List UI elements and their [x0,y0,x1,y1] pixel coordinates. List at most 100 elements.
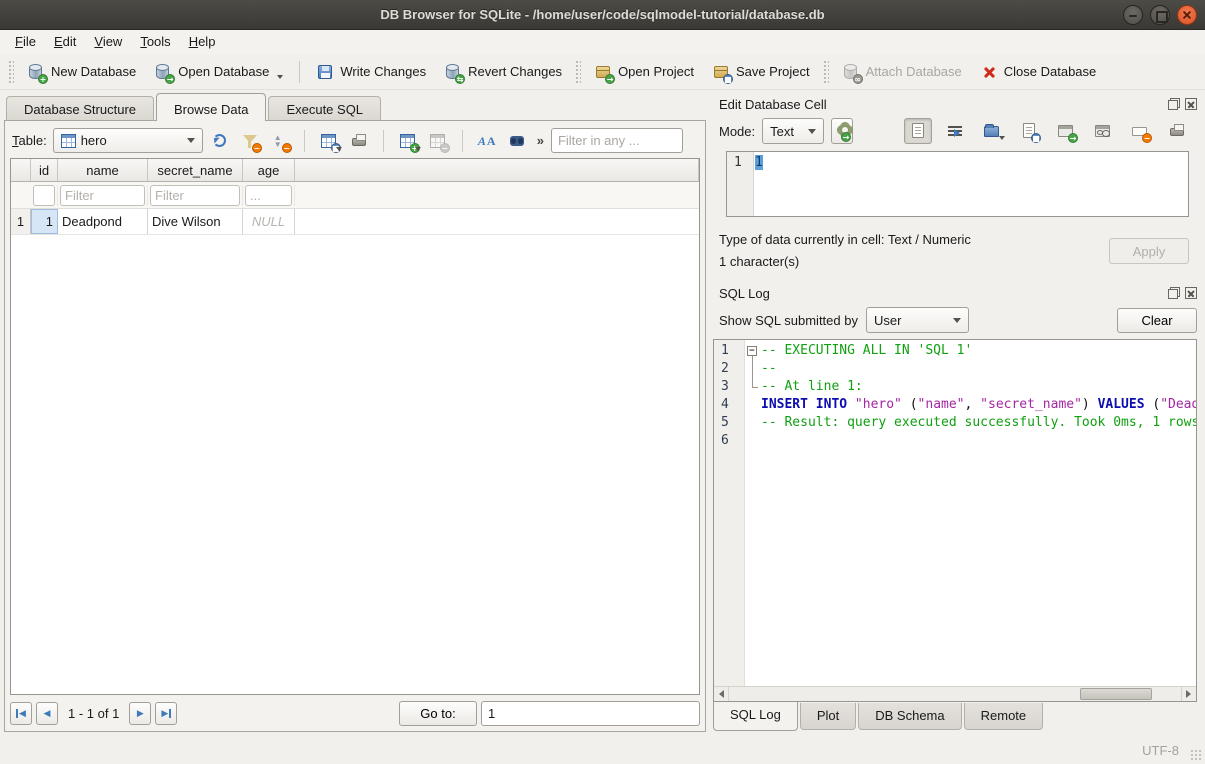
log-line[interactable]: 1−-- EXECUTING ALL IN 'SQL 1' [714,342,1196,360]
export-to-file-button[interactable]: ■ [1015,118,1043,144]
toolbar-handle[interactable] [8,60,14,84]
filter-input-age[interactable] [245,185,292,206]
goto-input[interactable] [481,701,700,726]
log-line[interactable]: 3-- At line 1: [714,378,1196,396]
revert-changes-button[interactable]: ⇆ Revert Changes [435,59,571,85]
cell-editor[interactable]: 1 1 [726,151,1189,217]
tab-database-structure[interactable]: Database Structure [6,96,154,120]
clear-sorting-button[interactable]: ▲▼− [267,128,293,154]
sql-log-viewport[interactable]: 1−-- EXECUTING ALL IN 'SQL 1'2--3-- At l… [713,339,1197,702]
export-table-button[interactable]: ■ [316,128,342,154]
maximize-button[interactable] [1150,5,1170,25]
import-from-file-button[interactable] [978,118,1006,144]
tab-browse-data[interactable]: Browse Data [156,93,266,121]
goto-button[interactable]: Go to: [399,701,477,726]
word-wrap-button[interactable] [941,118,969,144]
open-external-button[interactable]: → [1052,118,1080,144]
tab-sql-log[interactable]: SQL Log [713,702,798,731]
new-database-button[interactable]: + New Database [18,59,145,85]
close-window-button[interactable] [1177,5,1197,25]
edit-cell-dock-titlebar[interactable]: Edit Database Cell [711,92,1199,114]
log-line[interactable]: 4INSERT INTO "hero" ("name", "secret_nam… [714,396,1196,414]
dock-float-icon[interactable] [1168,287,1180,299]
horizontal-scrollbar[interactable] [714,686,1196,701]
clear-log-button[interactable]: Clear [1117,308,1197,333]
row-header[interactable]: 1 [11,209,31,234]
column-header-name[interactable]: name [58,159,148,181]
grid-empty-area[interactable] [11,235,699,694]
tab-execute-sql[interactable]: Execute SQL [268,96,381,120]
cell-name[interactable]: Deadpond [58,209,148,234]
open-database-dropdown-icon[interactable] [277,75,283,79]
filter-input-id[interactable] [33,185,55,206]
find-in-table-button[interactable] [504,128,530,154]
apply-button[interactable]: Apply [1109,238,1189,264]
save-project-button[interactable]: ■ Save Project [703,59,819,85]
set-null-button[interactable]: − [1126,118,1154,144]
mode-select[interactable]: Text [762,118,824,144]
column-header-age[interactable]: age [243,159,295,181]
dock-float-icon[interactable] [1168,98,1180,110]
log-line[interactable]: 5-- Result: query executed successfully.… [714,414,1196,432]
column-header-id[interactable]: id [31,159,58,181]
refresh-button[interactable] [207,128,233,154]
tab-db-schema[interactable]: DB Schema [858,703,961,730]
grid-corner[interactable] [11,159,31,181]
print-table-button[interactable] [346,128,372,154]
auto-mode-button[interactable]: → [831,118,853,144]
menu-tools[interactable]: Tools [131,30,179,54]
editor-content[interactable]: 1 [753,152,1188,216]
titlebar[interactable]: DB Browser for SQLite - /home/user/code/… [0,0,1205,30]
text-mode-button[interactable] [904,118,932,144]
cell-age[interactable]: NULL [243,209,295,234]
scrollbar-thumb[interactable] [1080,688,1152,700]
dock-close-icon[interactable] [1185,98,1197,110]
filter-input-name[interactable] [60,185,145,206]
delete-record-button[interactable]: − [425,128,451,154]
sql-log-lines[interactable]: 1−-- EXECUTING ALL IN 'SQL 1'2--3-- At l… [714,340,1196,686]
toolbar-handle[interactable] [575,60,581,84]
log-line-number: 1 [714,342,744,360]
table-select[interactable]: hero [53,128,203,153]
submitted-by-select[interactable]: User [866,307,969,333]
new-record-dropdown-icon[interactable] [415,147,421,151]
toolbar-handle[interactable] [823,60,829,84]
scroll-left-icon[interactable] [714,687,729,701]
toolbar-overflow-button[interactable]: » [534,133,547,148]
dock-close-icon[interactable] [1185,287,1197,299]
display-format-button[interactable]: AA [474,128,500,154]
print-cell-button[interactable] [1163,118,1191,144]
log-line[interactable]: 2-- [714,360,1196,378]
attach-database-button[interactable]: ∞ Attach Database [833,59,971,85]
minimize-button[interactable] [1123,5,1143,25]
last-record-button[interactable]: ▶ [155,702,177,725]
tab-remote[interactable]: Remote [964,703,1044,730]
resize-grip-icon[interactable] [1190,749,1202,761]
write-changes-button[interactable]: Write Changes [307,59,435,85]
menu-help[interactable]: Help [180,30,225,54]
fold-toggle-icon[interactable]: − [747,346,757,356]
scroll-right-icon[interactable] [1181,687,1196,701]
filter-input-secret-name[interactable] [150,185,240,206]
new-record-button[interactable]: + [395,128,421,154]
clear-filters-button[interactable]: − [237,128,263,154]
open-database-button[interactable]: → Open Database [145,59,292,85]
column-header-secret-name[interactable]: secret_name [148,159,243,181]
next-record-button[interactable]: ▶ [129,702,151,725]
cell-id[interactable]: 1 [31,209,58,234]
cell-secret-name[interactable]: Dive Wilson [148,209,243,234]
import-dropdown-icon[interactable] [999,136,1005,140]
first-record-button[interactable]: ◀ [10,702,32,725]
filter-any-input[interactable] [551,128,683,153]
previous-record-button[interactable]: ◀ [36,702,58,725]
menu-edit[interactable]: Edit [45,30,85,54]
close-database-button[interactable]: Close Database [971,59,1106,85]
copy-link-button[interactable] [1089,118,1117,144]
open-project-button[interactable]: → Open Project [585,59,703,85]
sql-log-dock-titlebar[interactable]: SQL Log [711,281,1199,303]
log-line[interactable]: 6 [714,432,1196,450]
export-dropdown-icon[interactable] [336,147,342,151]
tab-plot[interactable]: Plot [800,703,856,730]
menu-view[interactable]: View [85,30,131,54]
menu-file[interactable]: File [6,30,45,54]
